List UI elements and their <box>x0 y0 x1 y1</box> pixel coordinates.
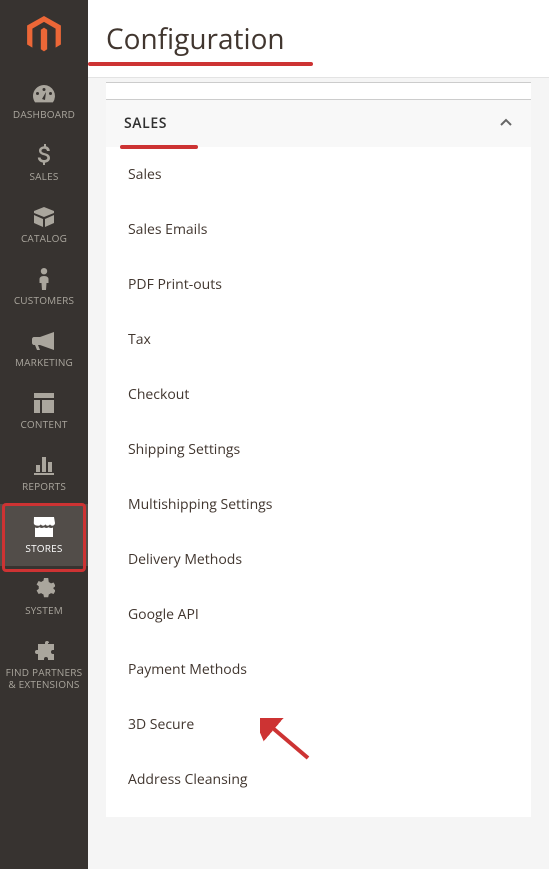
configuration-underline <box>88 62 313 66</box>
item-checkout[interactable]: Checkout <box>106 367 531 422</box>
gear-icon <box>32 578 56 600</box>
nav-sales[interactable]: SALES <box>0 132 88 194</box>
config-panel: CUSTOMERS SALES Sales Sales Emails PDF P… <box>106 82 531 817</box>
nav-label: CATALOG <box>21 232 67 244</box>
item-shipping-settings[interactable]: Shipping Settings <box>106 422 531 477</box>
item-3d-secure[interactable]: 3D Secure <box>106 697 531 752</box>
nav-label: DASHBOARD <box>13 108 75 120</box>
person-icon <box>32 268 56 290</box>
nav-system[interactable]: SYSTEM <box>0 566 88 628</box>
page-header: Configuration <box>88 0 549 78</box>
nav-label: MARKETING <box>15 356 73 368</box>
nav-label: SYSTEM <box>25 604 63 616</box>
item-sales[interactable]: Sales <box>106 147 531 202</box>
sales-underline <box>120 145 198 149</box>
dollar-icon <box>32 144 56 166</box>
admin-sidebar: DASHBOARD SALES CATALOG CUSTOMERS MARKET… <box>0 0 88 869</box>
layout-icon <box>32 392 56 414</box>
nav-customers[interactable]: CUSTOMERS <box>0 256 88 318</box>
storefront-icon <box>32 516 56 538</box>
megaphone-icon <box>32 330 56 352</box>
section-title: SALES <box>124 114 167 133</box>
nav-label: CONTENT <box>20 418 67 430</box>
nav-label: CUSTOMERS <box>14 294 74 306</box>
puzzle-icon <box>32 640 56 662</box>
nav-reports[interactable]: REPORTS <box>0 442 88 504</box>
nav-dashboard[interactable]: DASHBOARD <box>0 70 88 132</box>
prev-section-strip: CUSTOMERS <box>106 83 531 99</box>
main-content: Configuration CUSTOMERS SALES Sales Sale… <box>88 0 549 869</box>
nav-catalog[interactable]: CATALOG <box>0 194 88 256</box>
nav-label: FIND PARTNERS & EXTENSIONS <box>6 666 83 690</box>
page-title: Configuration <box>106 20 285 58</box>
item-delivery-methods[interactable]: Delivery Methods <box>106 532 531 587</box>
item-google-api[interactable]: Google API <box>106 587 531 642</box>
nav-stores[interactable]: STORES <box>0 504 88 566</box>
magento-logo[interactable] <box>0 0 88 70</box>
box-icon <box>32 206 56 228</box>
item-multishipping[interactable]: Multishipping Settings <box>106 477 531 532</box>
section-items: Sales Sales Emails PDF Print-outs Tax Ch… <box>106 147 531 817</box>
nav-label: SALES <box>29 170 58 182</box>
item-tax[interactable]: Tax <box>106 312 531 367</box>
nav-content[interactable]: CONTENT <box>0 380 88 442</box>
item-sales-emails[interactable]: Sales Emails <box>106 202 531 257</box>
gauge-icon <box>32 82 56 104</box>
prev-section-title: CUSTOMERS <box>124 83 212 88</box>
nav-marketing[interactable]: MARKETING <box>0 318 88 380</box>
item-pdf-printouts[interactable]: PDF Print-outs <box>106 257 531 312</box>
nav-label: REPORTS <box>22 480 66 492</box>
chart-icon <box>32 454 56 476</box>
item-address-cleansing[interactable]: Address Cleansing <box>106 752 531 807</box>
item-payment-methods[interactable]: Payment Methods <box>106 642 531 697</box>
nav-partners[interactable]: FIND PARTNERS & EXTENSIONS <box>0 628 88 702</box>
section-header-sales[interactable]: SALES <box>106 99 531 147</box>
nav-label: STORES <box>25 542 62 554</box>
chevron-up-icon <box>499 113 513 135</box>
